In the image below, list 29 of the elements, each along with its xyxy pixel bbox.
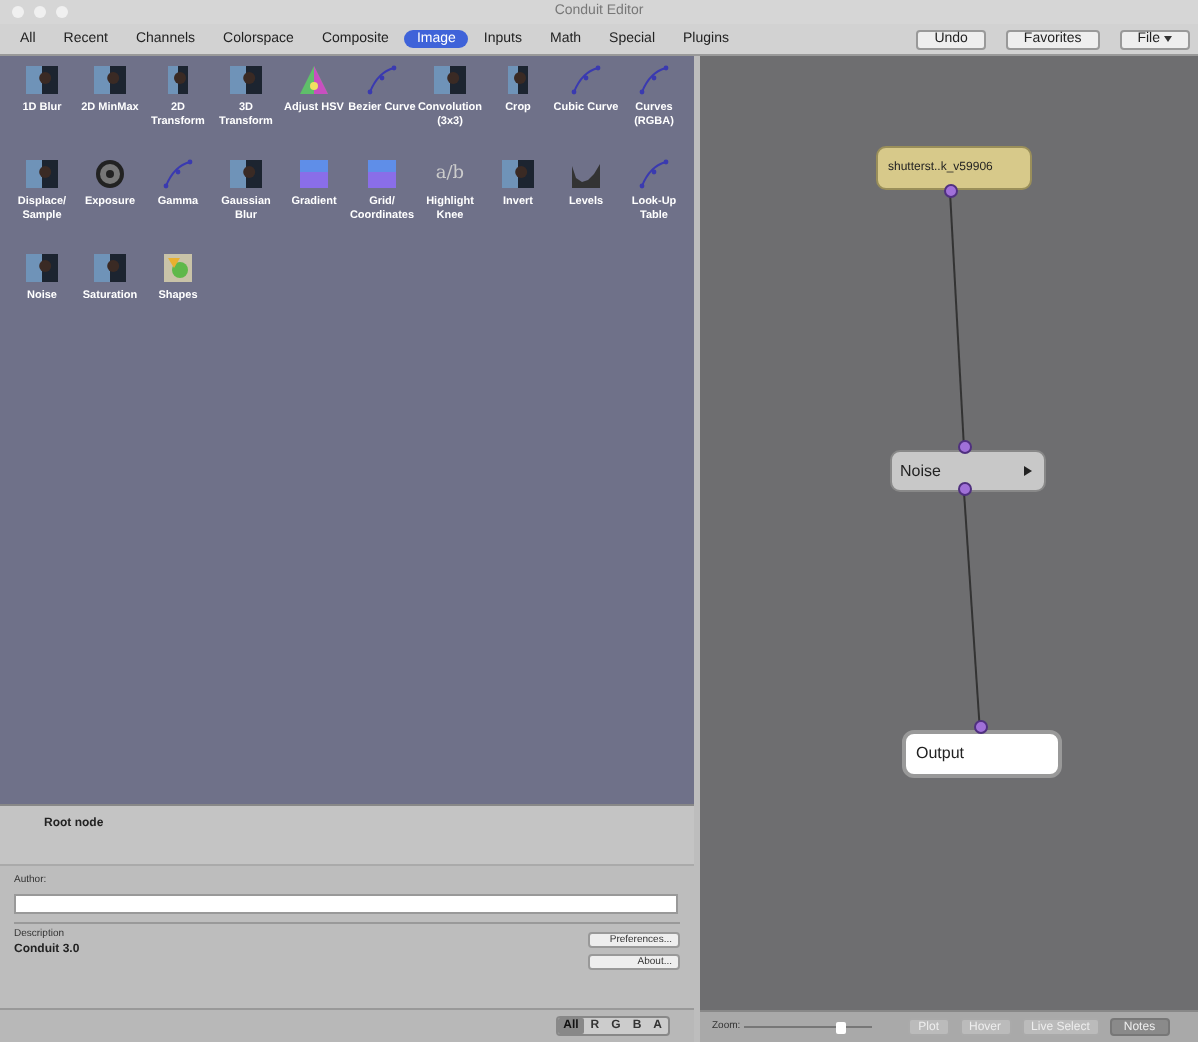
curve-icon bbox=[571, 65, 601, 95]
photo-icon bbox=[508, 66, 528, 94]
photo-icon bbox=[26, 66, 58, 94]
photo-icon bbox=[168, 66, 188, 94]
photo-icon bbox=[94, 66, 126, 94]
photo-icon bbox=[230, 160, 262, 188]
expand-arrow-icon[interactable] bbox=[1024, 466, 1032, 476]
photo-icon bbox=[26, 160, 58, 188]
color-wheel-icon bbox=[300, 66, 328, 94]
photo-icon bbox=[502, 160, 534, 188]
shapes-icon bbox=[164, 254, 192, 282]
aperture-icon bbox=[96, 160, 124, 188]
gradient-icon bbox=[300, 160, 328, 188]
filter-node[interactable]: Noise bbox=[890, 450, 1046, 492]
zoom-slider[interactable] bbox=[744, 1021, 873, 1033]
photo-icon bbox=[434, 66, 466, 94]
histogram-icon bbox=[572, 164, 600, 188]
glyph-icon: a/b bbox=[435, 158, 465, 190]
curve-icon bbox=[639, 159, 669, 189]
gradient-icon bbox=[368, 160, 396, 188]
output-node[interactable]: Output bbox=[902, 730, 1062, 778]
photo-icon bbox=[230, 66, 262, 94]
caret-icon bbox=[1164, 36, 1172, 42]
photo-icon bbox=[94, 254, 126, 282]
photo-icon bbox=[26, 254, 58, 282]
author-field[interactable] bbox=[14, 893, 678, 913]
curve-icon bbox=[367, 65, 397, 95]
curve-icon bbox=[639, 65, 669, 95]
curve-icon bbox=[163, 159, 193, 189]
